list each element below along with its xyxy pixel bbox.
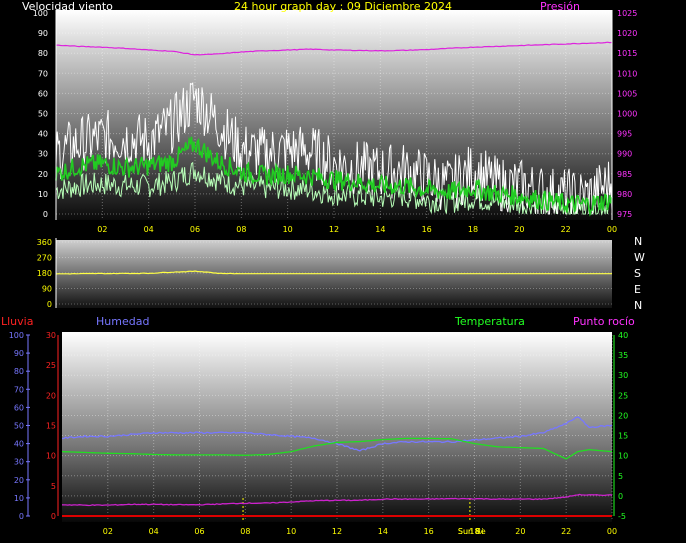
pressure-axis-tick: 1020: [617, 29, 637, 38]
rain-axis-tick: 25: [46, 361, 56, 370]
wind-axis-tick: 20: [38, 170, 48, 179]
climate-x-tick: 16: [424, 527, 434, 536]
pressure-axis-label: Presión: [540, 0, 580, 13]
wind-axis-tick: 50: [38, 110, 48, 119]
humidity-axis-tick: 60: [14, 403, 24, 412]
wind-axis-tick: 10: [38, 190, 48, 199]
wind-axis-tick: 60: [38, 89, 48, 98]
rain-axis-tick: 10: [46, 452, 56, 461]
direction-axis-tick: 0: [47, 300, 52, 309]
compass-label-s: S: [634, 267, 641, 280]
humidity-axis-tick: 80: [14, 367, 24, 376]
humidity-axis-label: Humedad: [96, 315, 149, 328]
pressure-axis-tick: 990: [617, 150, 632, 159]
wind-x-tick: 10: [283, 225, 293, 234]
chart-title: 24 hour graph day : 09 Diciembre 2024: [234, 0, 452, 13]
temperature-axis-tick: 15: [618, 432, 628, 441]
wind-axis-tick: 0: [43, 210, 48, 219]
wind-axis-tick: 40: [38, 130, 48, 139]
wind-x-tick: 04: [144, 225, 154, 234]
rain-axis-label: Lluvia: [1, 315, 33, 328]
rain-axis-tick: 0: [51, 512, 56, 521]
pressure-axis-tick: 1005: [617, 89, 637, 98]
climate-x-tick: 00: [607, 527, 617, 536]
climate-x-tick: 12: [332, 527, 342, 536]
direction-axis-tick: 90: [42, 285, 52, 294]
pressure-axis-tick: 1000: [617, 110, 637, 119]
wind-axis-tick: 90: [38, 29, 48, 38]
temperature-axis-tick: 20: [618, 411, 628, 420]
dewpoint-axis-label: Punto rocío: [573, 315, 635, 328]
wind-x-tick: 06: [190, 225, 200, 234]
wind-axis-label: Velocidad viento: [22, 0, 113, 13]
wind-x-tick: 16: [422, 225, 432, 234]
climate-x-tick: 04: [149, 527, 159, 536]
compass-label-n-top: N: [634, 235, 642, 248]
temperature-axis-tick: 10: [618, 452, 628, 461]
wind-x-tick: 18: [468, 225, 478, 234]
compass-label-w: W: [634, 251, 645, 264]
wind-x-tick: 20: [514, 225, 524, 234]
rain-axis-tick: 30: [46, 331, 56, 340]
wind-axis-tick: 30: [38, 150, 48, 159]
wind-x-tick: 12: [329, 225, 339, 234]
humidity-axis-tick: 40: [14, 440, 24, 449]
compass-labels: N W S E N: [634, 235, 645, 312]
direction-axis-tick: 360: [37, 238, 52, 247]
pressure-axis-tick: 1010: [617, 69, 637, 78]
pressure-axis-tick: 985: [617, 170, 632, 179]
pressure-axis-tick: 975: [617, 210, 632, 219]
compass-label-e: E: [634, 283, 641, 296]
wind-axis-tick: 80: [38, 49, 48, 58]
humidity-axis-tick: 100: [9, 331, 24, 340]
climate-x-tick: 02: [103, 527, 113, 536]
climate-x-tick: 20: [515, 527, 525, 536]
compass-label-n-bottom: N: [634, 299, 642, 312]
humidity-axis-tick: 30: [14, 458, 24, 467]
wind-x-tick: 00: [607, 225, 617, 234]
wind-x-tick: 02: [97, 225, 107, 234]
rain-axis-tick: 15: [46, 422, 56, 431]
climate-plot-background: [62, 332, 612, 522]
temperature-axis-tick: 35: [618, 351, 628, 360]
temperature-axis-label: Temperatura: [454, 315, 525, 328]
wind-axis-tick: 70: [38, 69, 48, 78]
temperature-axis-tick: 0: [618, 492, 623, 501]
humidity-axis-tick: 10: [14, 494, 24, 503]
rain-axis-tick: 20: [46, 391, 56, 400]
humidity-axis-tick: 0: [19, 512, 24, 521]
climate-x-tick: 14: [378, 527, 388, 536]
rain-axis-tick: 5: [51, 482, 56, 491]
climate-x-tick: 08: [240, 527, 250, 536]
wind-x-tick: 08: [236, 225, 246, 234]
humidity-axis-tick: 70: [14, 385, 24, 394]
climate-x-tick: 06: [194, 527, 204, 536]
temperature-axis-tick: 5: [618, 472, 623, 481]
humidity-axis-tick: 20: [14, 476, 24, 485]
temperature-axis-tick: 40: [618, 331, 628, 340]
direction-axis-tick: 180: [37, 269, 52, 278]
temperature-axis-tick: -5: [618, 512, 626, 521]
pressure-axis-tick: 1025: [617, 9, 637, 18]
weather-24h-graph: 0102030405060708090100975980985990995100…: [1, 0, 645, 536]
climate-x-tick: 22: [561, 527, 571, 536]
pressure-axis-tick: 1015: [617, 49, 637, 58]
sunset-label: Sun Se: [458, 527, 486, 536]
temperature-axis-tick: 30: [618, 371, 628, 380]
temperature-axis-tick: 25: [618, 391, 628, 400]
climate-x-tick: 10: [286, 527, 296, 536]
wind-x-tick: 22: [561, 225, 571, 234]
pressure-axis-tick: 995: [617, 130, 632, 139]
direction-axis-tick: 270: [37, 254, 52, 263]
wind-x-tick: 14: [375, 225, 385, 234]
humidity-axis-tick: 90: [14, 349, 24, 358]
pressure-axis-tick: 980: [617, 190, 632, 199]
humidity-axis-tick: 50: [14, 422, 24, 431]
